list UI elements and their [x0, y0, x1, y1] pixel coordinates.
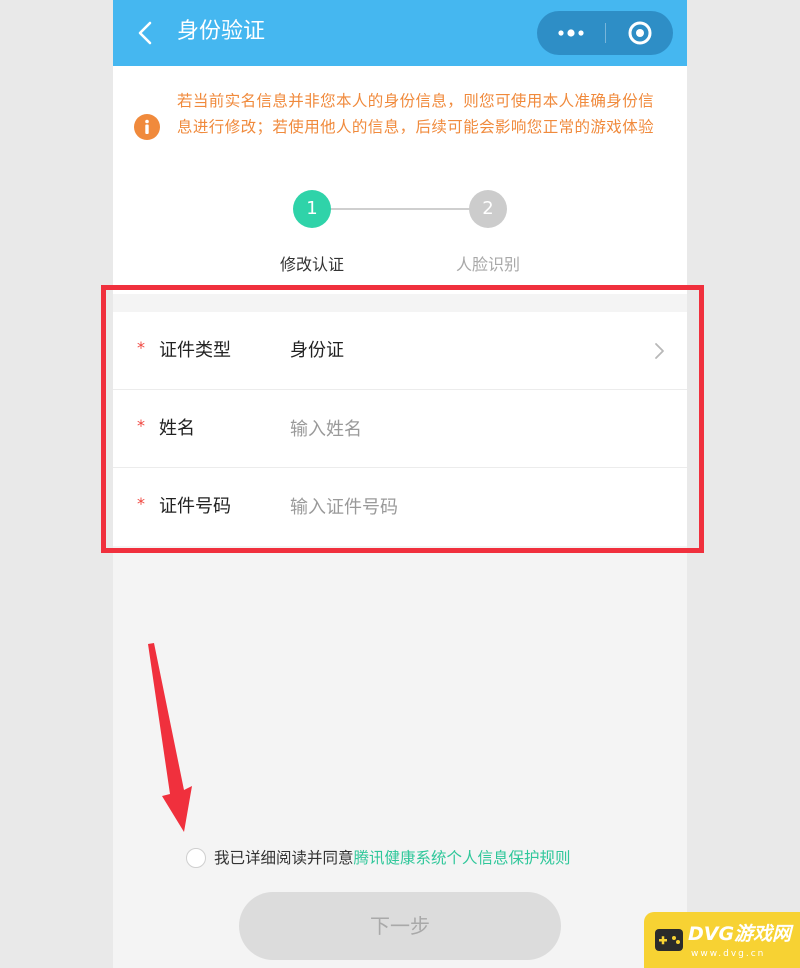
agreement-text: 我已详细阅读并同意腾讯健康系统个人信息保护规则	[214, 845, 571, 871]
info-icon	[134, 114, 160, 140]
mini-program-capsule	[537, 11, 673, 55]
back-chevron-icon[interactable]	[131, 18, 161, 48]
privacy-rules-link[interactable]: 腾讯健康系统个人信息保护规则	[354, 849, 571, 867]
next-step-button[interactable]: 下一步	[239, 892, 561, 960]
gamepad-icon	[655, 929, 683, 951]
more-button[interactable]	[537, 11, 605, 55]
agreement-checkbox[interactable]	[186, 848, 206, 868]
agreement-prefix: 我已详细阅读并同意	[214, 849, 354, 867]
close-mini-program-button[interactable]	[606, 11, 673, 55]
step-2-indicator: 2	[469, 190, 507, 228]
notice-text: 若当前实名信息并非您本人的身份信息，则您可使用本人准确身份信息进行修改；若使用他…	[177, 92, 655, 136]
step-2-label: 人脸识别	[455, 255, 520, 274]
more-dots-icon	[558, 29, 584, 37]
site-watermark: DVG游戏网 www.dvg.cn	[644, 912, 800, 968]
target-close-icon	[628, 21, 652, 45]
title-bar: 身份验证	[113, 0, 687, 66]
watermark-title: DVG游戏网	[688, 923, 792, 945]
step-1-label: 修改认证	[279, 255, 344, 274]
notice-and-steps-panel: 若当前实名信息并非您本人的身份信息，则您可使用本人准确身份信息进行修改；若使用他…	[113, 66, 687, 294]
step-1-indicator: 1	[293, 190, 331, 228]
page-title: 身份验证	[177, 19, 266, 44]
highlight-annotation-box	[101, 285, 704, 553]
red-arrow-annotation	[148, 643, 192, 832]
watermark-url: www.dvg.cn	[691, 949, 766, 959]
step-connector	[329, 208, 471, 210]
